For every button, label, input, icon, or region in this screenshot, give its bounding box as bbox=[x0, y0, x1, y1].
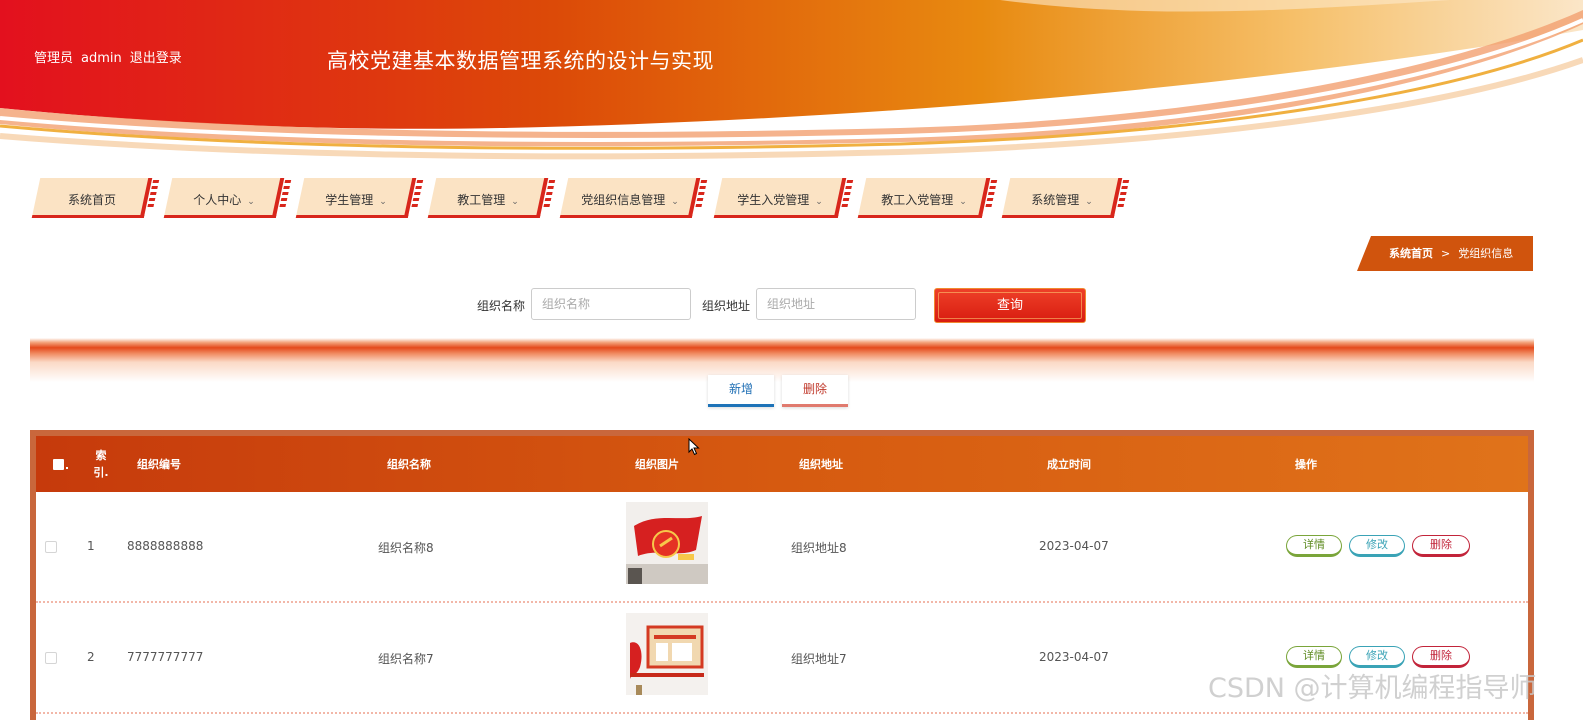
breadcrumb-current: 党组织信息 bbox=[1458, 247, 1514, 260]
cell-name: 组织名称7 bbox=[378, 652, 434, 666]
delete-button[interactable]: 删除 bbox=[1412, 646, 1470, 668]
breadcrumb-home[interactable]: 系统首页 bbox=[1389, 247, 1433, 260]
cell-name: 组织名称8 bbox=[378, 541, 434, 555]
cell-address: 组织地址8 bbox=[791, 541, 847, 555]
cell-address: 组织地址7 bbox=[791, 652, 847, 666]
nav-item-label: 系统管理 bbox=[1031, 193, 1080, 207]
cell-code: 8888888888 bbox=[127, 539, 204, 553]
role-label: 管理员 bbox=[34, 51, 74, 66]
table-header: 索引. 组织编号 组织名称 组织图片 组织地址 成立时间 操作 bbox=[36, 436, 1528, 492]
nav-item-student-party-join[interactable]: 学生入党管理 ⌄ bbox=[713, 178, 854, 218]
nav-item-student-management[interactable]: 学生管理 ⌄ bbox=[295, 178, 424, 218]
username: admin bbox=[81, 51, 122, 66]
chevron-down-icon: ⌄ bbox=[1085, 197, 1093, 207]
org-name-label: 组织名称 bbox=[477, 299, 526, 313]
nav-item-personal-center[interactable]: 个人中心 ⌄ bbox=[163, 178, 292, 218]
header-image: 组织图片 bbox=[635, 458, 679, 471]
nav-item-home[interactable]: 系统首页 bbox=[31, 178, 160, 218]
org-image-thumbnail[interactable] bbox=[626, 613, 708, 695]
org-name-input[interactable] bbox=[531, 288, 691, 320]
breadcrumb: 系统首页 > 党组织信息 bbox=[1357, 236, 1533, 271]
cell-code: 7777777777 bbox=[127, 650, 204, 664]
cell-founded: 2023-04-07 bbox=[1039, 539, 1109, 553]
edit-button[interactable]: 修改 bbox=[1349, 535, 1405, 557]
select-all-checkbox[interactable] bbox=[53, 459, 64, 470]
chevron-down-icon: ⌄ bbox=[247, 197, 255, 207]
mouse-cursor-icon bbox=[688, 438, 700, 456]
chevron-down-icon: ⌄ bbox=[671, 197, 679, 207]
delete-button[interactable]: 删除 bbox=[1412, 535, 1470, 557]
org-address-label: 组织地址 bbox=[702, 299, 751, 313]
nav-item-staff-party-join[interactable]: 教工入党管理 ⌄ bbox=[857, 178, 998, 218]
detail-button[interactable]: 详情 bbox=[1286, 535, 1342, 557]
header-code: 组织编号 bbox=[137, 458, 181, 471]
edit-button[interactable]: 修改 bbox=[1349, 646, 1405, 668]
site-title: 高校党建基本数据管理系统的设计与实现 bbox=[327, 49, 714, 73]
header-address: 组织地址 bbox=[799, 458, 843, 471]
nav-item-label: 教工管理 bbox=[457, 193, 506, 207]
watermark: CSDN @计算机编程指导师 bbox=[1208, 673, 1537, 704]
org-image-thumbnail[interactable] bbox=[626, 502, 708, 584]
org-address-input[interactable] bbox=[756, 288, 916, 320]
nav-item-party-org-management[interactable]: 党组织信息管理 ⌄ bbox=[559, 178, 708, 218]
cell-index: 1 bbox=[87, 539, 95, 553]
header-index: 索引. bbox=[93, 449, 109, 479]
breadcrumb-separator: > bbox=[1441, 247, 1451, 260]
nav-item-label: 教工入党管理 bbox=[881, 193, 954, 207]
admin-info: 管理员 admin 退出登录 bbox=[34, 47, 190, 66]
header-banner: 管理员 admin 退出登录 高校党建基本数据管理系统的设计与实现 bbox=[0, 0, 1583, 160]
row-checkbox[interactable] bbox=[45, 652, 57, 664]
cell-index: 2 bbox=[87, 650, 95, 664]
add-button[interactable]: 新增 bbox=[708, 375, 774, 407]
nav-item-label: 系统首页 bbox=[67, 193, 116, 207]
query-button-label: 查询 bbox=[996, 298, 1023, 313]
row-checkbox[interactable] bbox=[45, 541, 57, 553]
cell-founded: 2023-04-07 bbox=[1039, 650, 1109, 664]
nav-item-label: 学生入党管理 bbox=[737, 193, 810, 207]
chevron-down-icon: ⌄ bbox=[959, 197, 967, 207]
nav-item-staff-management[interactable]: 教工管理 ⌄ bbox=[427, 178, 556, 218]
header-founded: 成立时间 bbox=[1047, 458, 1091, 471]
logout-link[interactable]: 退出登录 bbox=[130, 51, 182, 66]
detail-button[interactable]: 详情 bbox=[1286, 646, 1342, 668]
banner-background bbox=[0, 0, 1583, 160]
table-row: 1 8888888888 组织名称8 组织地址8 2023-04-07 详情 修… bbox=[36, 492, 1528, 602]
chevron-down-icon: ⌄ bbox=[511, 197, 519, 207]
header-name: 组织名称 bbox=[387, 458, 431, 471]
nav-item-system-management[interactable]: 系统管理 ⌄ bbox=[1001, 178, 1130, 218]
batch-delete-button[interactable]: 删除 bbox=[782, 375, 848, 407]
nav-item-label: 党组织信息管理 bbox=[581, 193, 666, 207]
chevron-down-icon: ⌄ bbox=[379, 197, 387, 207]
chevron-down-icon: ⌄ bbox=[815, 197, 823, 207]
row-divider bbox=[36, 712, 1528, 714]
nav-item-label: 个人中心 bbox=[193, 193, 242, 207]
header-ops: 操作 bbox=[1295, 458, 1317, 471]
query-button[interactable]: 查询 bbox=[934, 288, 1086, 323]
nav-item-label: 学生管理 bbox=[325, 193, 374, 207]
